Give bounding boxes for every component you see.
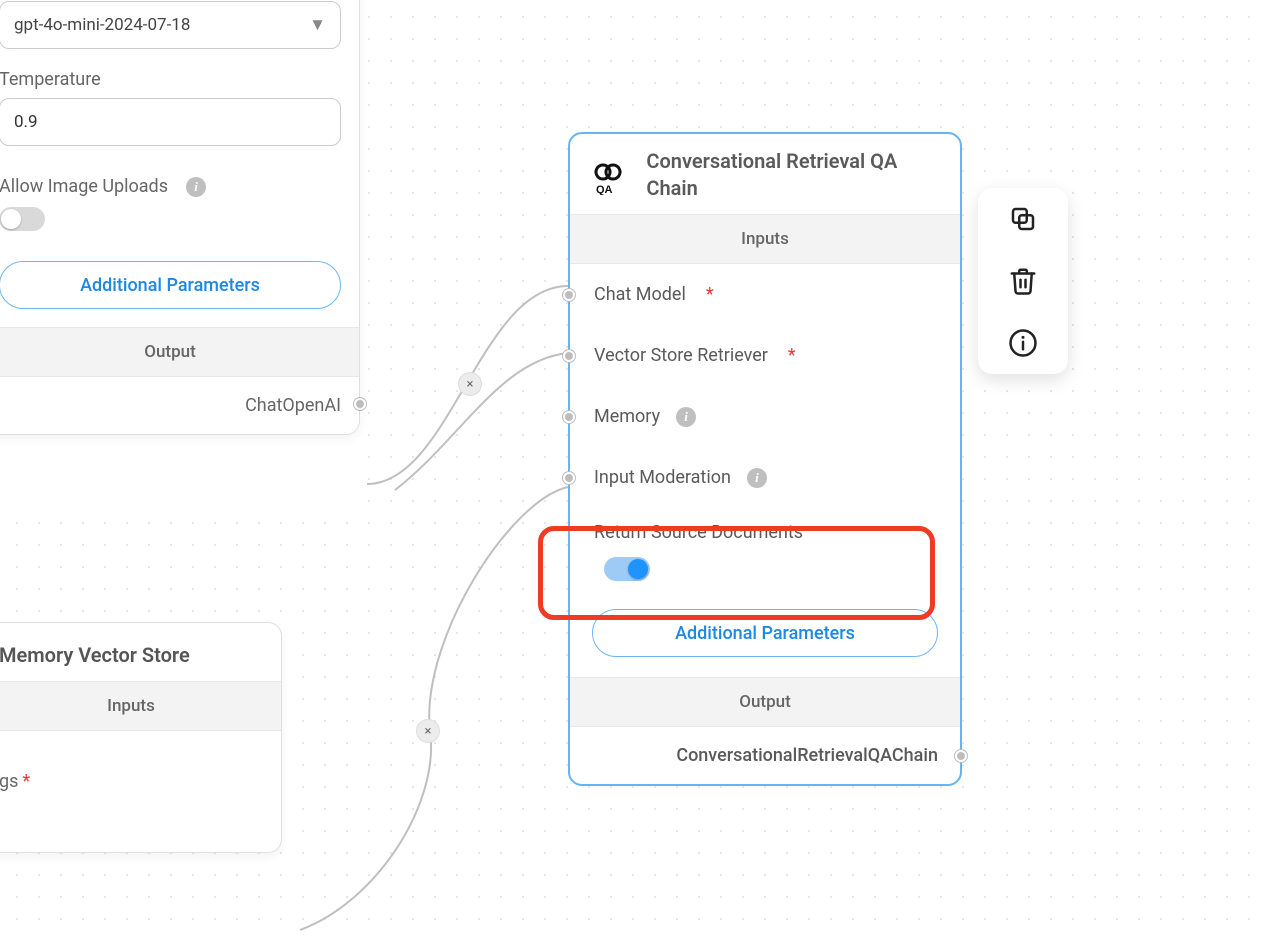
gs-label: gs <box>0 771 18 792</box>
additional-parameters-button[interactable]: Additional Parameters <box>0 261 341 309</box>
copy-button[interactable] <box>1006 202 1040 236</box>
qa-output-port[interactable] <box>955 750 967 762</box>
additional-parameters-label: Additional Parameters <box>80 275 260 296</box>
qa-output-header: Output <box>570 677 960 727</box>
qa-inputs-header: Inputs <box>570 214 960 264</box>
output-label: ChatOpenAI <box>245 395 341 416</box>
return-source-documents-row: Return Source Documents <box>570 508 960 595</box>
gs-input-row: gs* <box>0 731 281 852</box>
temperature-input[interactable]: 0.9 <box>0 98 341 146</box>
chevron-down-icon: ▼ <box>309 15 326 35</box>
info-icon[interactable]: i <box>747 468 767 488</box>
chat-model-input-row: Chat Model * <box>570 264 960 325</box>
memory-input-row: Memory i <box>570 386 960 447</box>
qa-output-row: ConversationalRetrievalQAChain <box>570 727 960 784</box>
input-moderation-label: Input Moderation <box>594 467 731 488</box>
memory-label: Memory <box>594 406 660 427</box>
qa-node-title: Conversational Retrieval QA Chain <box>646 148 942 202</box>
chat-openai-node[interactable]: gpt-4o-mini-2024-07-18 ▼ Temperature 0.9… <box>0 0 360 435</box>
inputs-section-header: Inputs <box>0 681 281 731</box>
model-select[interactable]: gpt-4o-mini-2024-07-18 ▼ <box>0 1 341 49</box>
qa-additional-parameters-label: Additional Parameters <box>675 623 855 644</box>
memory-vector-store-title: Memory Vector Store <box>0 623 281 681</box>
qa-output-label: ConversationalRetrievalQAChain <box>676 745 938 766</box>
model-select-value: gpt-4o-mini-2024-07-18 <box>14 15 190 35</box>
required-asterisk: * <box>18 771 30 792</box>
vector-store-port[interactable] <box>563 350 575 362</box>
output-port[interactable] <box>354 398 366 410</box>
required-asterisk: * <box>702 284 714 305</box>
memory-port[interactable] <box>563 411 575 423</box>
input-moderation-row: Input Moderation i <box>570 447 960 508</box>
info-icon[interactable]: i <box>676 407 696 427</box>
delete-button[interactable] <box>1006 264 1040 298</box>
temperature-value: 0.9 <box>14 112 38 132</box>
allow-image-uploads-label: Allow Image Uploads <box>0 176 168 197</box>
svg-text:QA: QA <box>596 184 613 195</box>
memory-vector-store-node[interactable]: Memory Vector Store Inputs gs* <box>0 622 282 853</box>
node-toolbar <box>978 188 1068 374</box>
vector-store-label: Vector Store Retriever <box>594 345 768 366</box>
vector-store-input-row: Vector Store Retriever * <box>570 325 960 386</box>
return-source-documents-label: Return Source Documents <box>594 522 803 543</box>
return-source-documents-toggle[interactable] <box>604 557 650 581</box>
chat-model-label: Chat Model <box>594 284 686 305</box>
output-section-header: Output <box>0 327 359 377</box>
canvas[interactable]: × × gpt-4o-mini-2024-07-18 ▼ Temperature… <box>0 0 1270 938</box>
allow-image-uploads-toggle[interactable] <box>0 207 45 231</box>
chat-model-port[interactable] <box>563 289 575 301</box>
moderation-port[interactable] <box>563 472 575 484</box>
required-asterisk: * <box>784 345 796 366</box>
edge-remove-button[interactable]: × <box>416 719 440 743</box>
edge-remove-button[interactable]: × <box>458 372 482 396</box>
qa-additional-parameters-button[interactable]: Additional Parameters <box>592 609 938 657</box>
qa-chain-icon: QA <box>588 154 628 196</box>
info-button[interactable] <box>1006 326 1040 360</box>
conversational-retrieval-qa-node[interactable]: QA Conversational Retrieval QA Chain Inp… <box>568 132 962 786</box>
temperature-label: Temperature <box>0 69 341 90</box>
info-icon[interactable]: i <box>186 177 206 197</box>
output-row: ChatOpenAI <box>0 377 359 434</box>
